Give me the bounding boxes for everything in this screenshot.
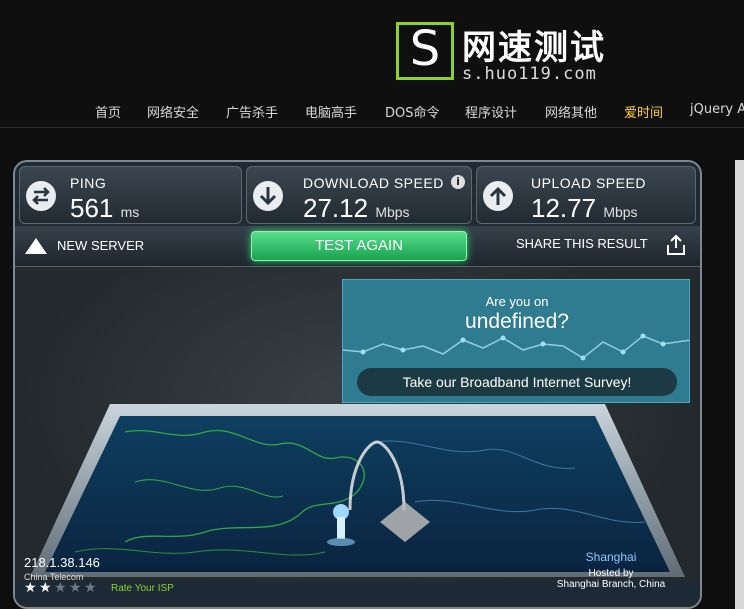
ping-arrows-icon — [26, 181, 56, 211]
upload-unit: Mbps — [603, 204, 638, 220]
nav-item-dos[interactable]: DOS命令 — [385, 102, 440, 121]
survey-button[interactable]: Take our Broadband Internet Survey! — [357, 368, 677, 396]
share-result-button[interactable]: SHARE THIS RESULT — [516, 236, 648, 251]
survey-sparkline — [343, 333, 689, 361]
rate-isp-link[interactable]: Rate Your ISP — [111, 583, 174, 594]
nav-item-love-time[interactable]: 爱时间 — [624, 102, 663, 121]
ping-value-wrap: 561 ms — [70, 193, 139, 224]
speedtest-widget: PING 561 ms DOWNLOAD SPEED i 27.12 Mbps — [13, 160, 702, 609]
nav-item-adkiller[interactable]: 广告杀手 — [226, 102, 278, 121]
nav-item-jquery[interactable]: jQuery A — [690, 102, 744, 117]
ping-unit: ms — [120, 204, 140, 220]
upload-label: UPLOAD SPEED — [531, 175, 646, 191]
star-icon[interactable]: ★ — [39, 581, 53, 595]
download-label: DOWNLOAD SPEED — [303, 175, 444, 191]
nav-item-security[interactable]: 网络安全 — [147, 102, 199, 121]
site-url: s.huo119.com — [462, 64, 597, 84]
nav-item-network-other[interactable]: 网络其他 — [545, 102, 597, 121]
download-panel: DOWNLOAD SPEED i 27.12 Mbps — [246, 166, 472, 224]
star-icon[interactable]: ★ — [84, 581, 98, 595]
download-value-wrap: 27.12 Mbps — [303, 193, 410, 224]
site-title: 网速测试 — [462, 28, 606, 68]
star-icon[interactable]: ★ — [24, 581, 38, 595]
server-name: Shanghai Branch, China — [556, 579, 666, 590]
logo-letter: S — [409, 21, 441, 77]
server-city: Shanghai — [585, 550, 637, 564]
server-info: Shanghai Hosted by Shanghai Branch, Chin… — [531, 550, 691, 590]
results-bar: PING 561 ms DOWNLOAD SPEED i 27.12 Mbps — [19, 166, 696, 224]
nav-item-home[interactable]: 首页 — [95, 102, 121, 121]
download-arrow-icon — [253, 181, 283, 211]
action-bar: NEW SERVER TEST AGAIN SHARE THIS RESULT — [15, 226, 700, 267]
download-unit: Mbps — [375, 204, 410, 220]
new-server-label: NEW SERVER — [57, 238, 145, 253]
star-icon[interactable]: ★ — [54, 581, 68, 595]
upload-panel: UPLOAD SPEED 12.77 Mbps — [476, 166, 696, 224]
nav-item-pc-expert[interactable]: 电脑高手 — [305, 102, 357, 121]
survey-question: Are you on — [485, 294, 549, 309]
upload-value-wrap: 12.77 Mbps — [531, 193, 638, 224]
site-header: S 网速测试 s.huo119.com 首页 网络安全 广告杀手 电脑高手 DO… — [0, 0, 744, 128]
client-ip: 218.1.38.146 — [24, 555, 100, 570]
server-triangle-icon — [25, 238, 47, 254]
survey-panel: Are you on undefined? Take our Broadband… — [342, 279, 690, 403]
nav-item-programming[interactable]: 程序设计 — [465, 102, 517, 121]
server-hosted-by: Hosted by — [588, 568, 634, 579]
result-stage: Are you on undefined? Take our Broadband… — [15, 267, 700, 607]
ping-panel: PING 561 ms — [19, 166, 242, 224]
page-scroll-strip — [735, 160, 744, 609]
upload-value: 12.77 — [531, 193, 597, 223]
test-again-button[interactable]: TEST AGAIN — [251, 231, 467, 261]
info-icon[interactable]: i — [451, 175, 465, 189]
ping-label: PING — [70, 175, 107, 191]
star-icon[interactable]: ★ — [69, 581, 83, 595]
ping-value: 561 — [70, 193, 114, 223]
share-icon[interactable] — [665, 233, 687, 257]
upload-arrow-icon — [483, 181, 513, 211]
download-value: 27.12 — [303, 193, 369, 223]
main-nav: 首页 网络安全 广告杀手 电脑高手 DOS命令 程序设计 网络其他 爱时间 jQ… — [0, 102, 744, 122]
